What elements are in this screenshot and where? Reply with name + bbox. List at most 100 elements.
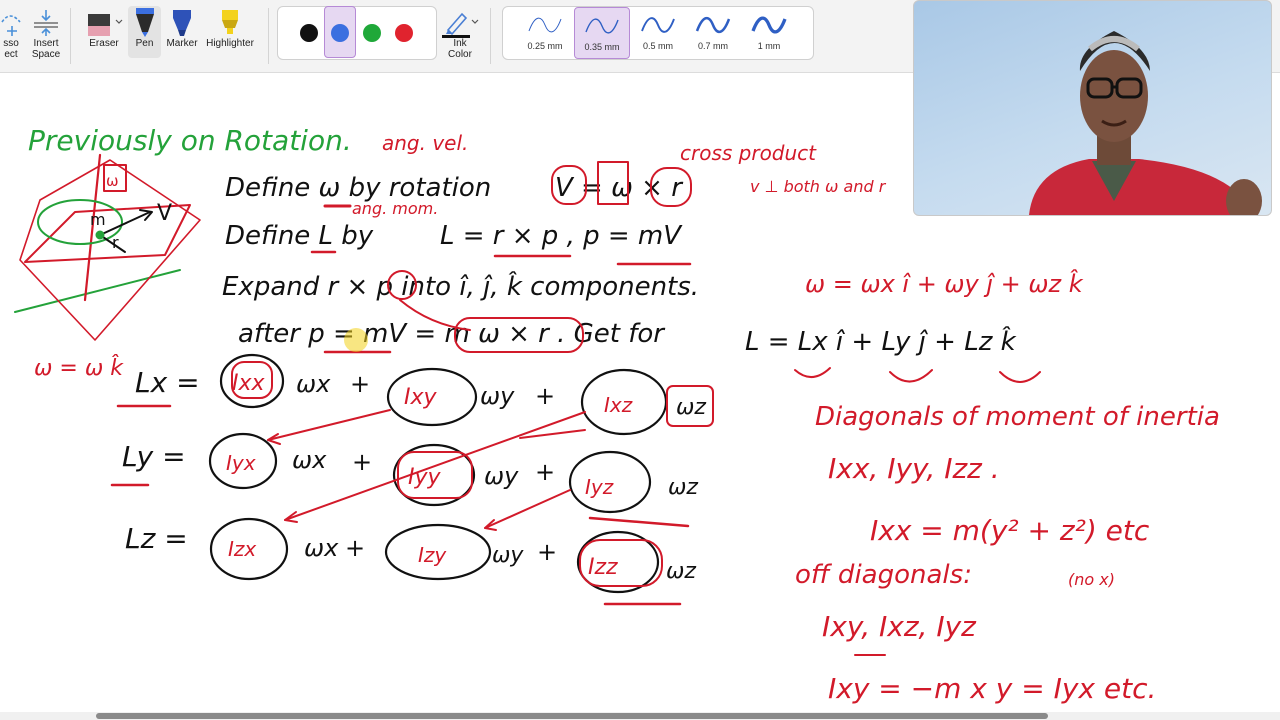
wx-row3: ωx — [304, 534, 339, 562]
diagonals-heading: Diagonals of moment of inertia — [815, 402, 1220, 432]
pen-icon — [128, 6, 161, 38]
stroke-sample-icon — [751, 16, 787, 34]
Izy-element: Izy — [418, 543, 447, 567]
plus-row2-a: + — [352, 448, 372, 476]
width-label: 0.5 mm — [642, 41, 673, 51]
lasso-label-2: ect — [4, 49, 18, 60]
toolbar-divider — [268, 8, 269, 64]
insert-space-tool[interactable]: Insert Space — [30, 6, 62, 60]
Ixz-element: Ixz — [604, 393, 633, 417]
marker-label: Marker — [166, 38, 198, 49]
lasso-select-tool[interactable]: sso ect — [0, 6, 28, 60]
Ly-label: Ly = — [122, 440, 186, 473]
cross-product-note: cross product — [680, 141, 817, 165]
eraser-icon — [84, 6, 124, 38]
rotation-sketch: V m r ω ω = ω k̂ — [14, 153, 201, 381]
define-omega-line: Define ω by rotation — [225, 173, 491, 203]
presenter-avatar — [1029, 31, 1262, 215]
width-label: 0.7 mm — [697, 41, 728, 51]
pen-width-picker: 0.25 mm 0.35 mm 0.5 mm 0.7 mm 1 mm — [502, 6, 814, 60]
wy-row1: ωy — [480, 382, 515, 410]
color-swatch-red[interactable] — [395, 24, 413, 42]
sketch-r-label: r — [112, 233, 119, 252]
width-option-025[interactable]: 0.25 mm — [517, 7, 573, 59]
ink-color-label-2: Color — [448, 49, 472, 60]
heading-previously-on-rotation: Previously on Rotation. — [28, 124, 352, 157]
width-label: 1 mm — [757, 41, 781, 51]
ang-vel-note: ang. vel. — [382, 131, 468, 155]
stroke-sample-icon — [585, 18, 619, 34]
Iyz-element: Iyz — [585, 475, 614, 499]
pen-tool[interactable]: Pen — [128, 6, 161, 49]
L-components-equation: L = Lx î + Ly ĵ + Lz k̂ — [745, 325, 1017, 357]
stroke-sample-icon — [641, 17, 675, 33]
sketch-velocity-label: V — [157, 201, 172, 226]
angular-momentum-equation: L = r × p , p = mV — [440, 221, 683, 251]
Ixy-element: Ixy — [404, 385, 438, 410]
width-option-05[interactable]: 0.5 mm — [630, 7, 686, 59]
width-label: 0.35 mm — [584, 42, 620, 52]
Iyx-element: Iyx — [226, 451, 256, 475]
Izz-element: Izz — [588, 555, 618, 580]
width-option-035[interactable]: 0.35 mm — [574, 7, 630, 59]
presenter-video — [913, 0, 1272, 216]
toolbar-divider — [70, 8, 71, 64]
omega-k-label: ω = ω k̂ — [34, 355, 124, 381]
wz-row2: ωz — [668, 475, 698, 500]
color-swatch-blue[interactable] — [331, 24, 349, 42]
omega-components-equation: ω = ωx î + ωy ĵ + ωz k̂ — [805, 270, 1084, 298]
plus-row2-b: + — [535, 458, 555, 486]
cursor-highlight — [344, 328, 368, 352]
stroke-sample-icon — [695, 17, 731, 33]
marker-tool[interactable]: Marker — [164, 6, 200, 49]
highlighter-tool[interactable]: Highlighter — [202, 6, 258, 49]
width-option-07[interactable]: 0.7 mm — [685, 7, 741, 59]
plus-row3-a: + — [345, 534, 365, 562]
velocity-equation: V = ω × r — [555, 173, 684, 203]
eraser-label: Eraser — [89, 38, 119, 49]
Lz-label: Lz = — [125, 522, 188, 555]
pen-label: Pen — [135, 38, 154, 49]
toolbar-divider — [490, 8, 491, 64]
marker-icon — [164, 6, 200, 38]
wy-row2: ωy — [484, 462, 519, 490]
plus-row1-a: + — [350, 370, 370, 398]
wz-row3: ωz — [666, 559, 696, 584]
v-perp-note: v ⊥ both ω and r — [750, 177, 887, 196]
after-substitution-line: after p = mV = m ω × r . Get for — [238, 319, 666, 349]
diagonal-elements-list: Ixx, Iyy, Izz . — [828, 452, 1000, 485]
sketch-omega-label: ω — [106, 172, 119, 190]
width-label: 0.25 mm — [527, 41, 563, 51]
lasso-label: sso — [3, 38, 19, 49]
sketch-mass-label: m — [90, 210, 106, 229]
lasso-icon — [0, 6, 28, 38]
eraser-tool[interactable]: Eraser — [84, 6, 124, 49]
scrollbar-thumb[interactable] — [96, 713, 1048, 719]
color-swatch-black[interactable] — [300, 24, 318, 42]
highlighter-label: Highlighter — [206, 38, 254, 49]
off-diagonal-elements-list: Ixy, Ixz, Iyz — [822, 610, 977, 643]
diagonal-formula: Ixx = m(y² + z²) etc — [870, 514, 1150, 547]
wz-row1: ωz — [676, 395, 706, 420]
expand-components-line: Expand r × p into î, ĵ, k̂ components. — [222, 270, 699, 302]
width-option-1[interactable]: 1 mm — [741, 7, 797, 59]
color-swatch-green[interactable] — [363, 24, 381, 42]
Ixx-element: Ixx — [232, 371, 266, 396]
Lx-label: Lx = — [135, 366, 200, 399]
insert-space-icon — [30, 6, 62, 38]
define-L-line: Define L by — [225, 221, 374, 251]
off-diagonal-formula: Ixy = −m x y = Iyx etc. — [828, 672, 1156, 705]
insert-space-label-2: Space — [31, 49, 61, 60]
plus-row1-b: + — [535, 382, 555, 410]
insert-space-label: Insert — [33, 38, 59, 49]
wy-row3: ωy — [492, 543, 524, 568]
ink-color-tool[interactable]: Ink Color — [440, 6, 480, 60]
stroke-sample-icon — [528, 17, 562, 33]
off-diagonals-heading: off diagonals: — [795, 560, 972, 590]
ink-color-label: Ink — [453, 38, 467, 49]
wx-row1: ωx — [296, 370, 331, 398]
ink-color-icon — [440, 6, 480, 38]
plus-row3-b: + — [537, 538, 557, 566]
wx-row2: ωx — [292, 446, 327, 474]
highlighter-icon — [202, 6, 258, 38]
